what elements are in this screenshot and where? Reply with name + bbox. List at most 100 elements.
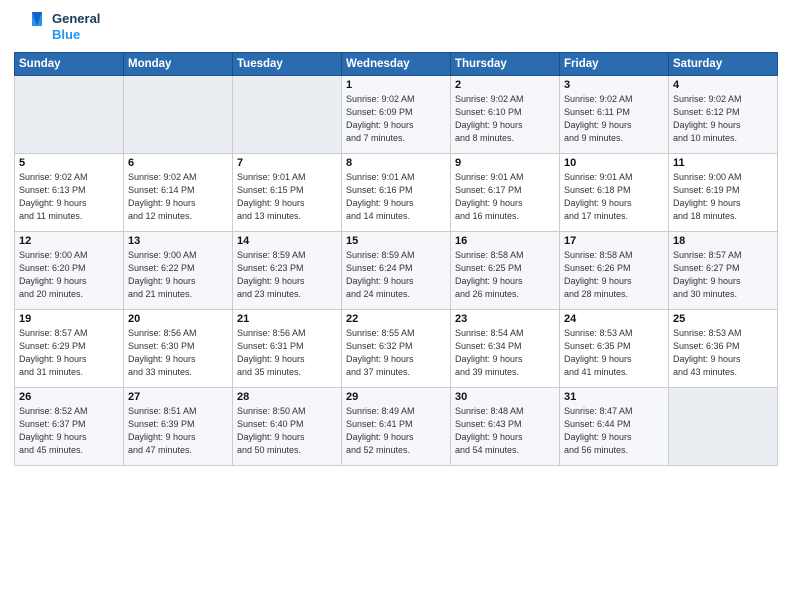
day-detail: Sunrise: 9:01 AM Sunset: 6:18 PM Dayligh… — [564, 171, 664, 223]
day-number: 22 — [346, 313, 446, 325]
calendar-cell: 14 Sunrise: 8:59 AM Sunset: 6:23 PM Dayli… — [233, 232, 342, 310]
day-detail: Sunrise: 9:00 AM Sunset: 6:20 PM Dayligh… — [19, 249, 119, 301]
calendar-cell: 25 Sunrise: 8:53 AM Sunset: 6:36 PM Dayli… — [669, 310, 778, 388]
day-detail: Sunrise: 9:01 AM Sunset: 6:16 PM Dayligh… — [346, 171, 446, 223]
day-number: 7 — [237, 157, 337, 169]
day-number: 18 — [673, 235, 773, 247]
day-number: 4 — [673, 79, 773, 91]
logo-blue-text: Blue — [52, 27, 100, 43]
day-detail: Sunrise: 8:51 AM Sunset: 6:39 PM Dayligh… — [128, 405, 228, 457]
calendar-week-row: 26 Sunrise: 8:52 AM Sunset: 6:37 PM Dayli… — [15, 388, 778, 466]
day-number: 15 — [346, 235, 446, 247]
calendar-table: SundayMondayTuesdayWednesdayThursdayFrid… — [14, 52, 778, 466]
weekday-header: Tuesday — [233, 53, 342, 76]
day-number: 13 — [128, 235, 228, 247]
day-number: 17 — [564, 235, 664, 247]
calendar-cell: 18 Sunrise: 8:57 AM Sunset: 6:27 PM Dayli… — [669, 232, 778, 310]
day-number: 2 — [455, 79, 555, 91]
day-detail: Sunrise: 8:53 AM Sunset: 6:36 PM Dayligh… — [673, 327, 773, 379]
calendar-cell — [669, 388, 778, 466]
day-detail: Sunrise: 8:52 AM Sunset: 6:37 PM Dayligh… — [19, 405, 119, 457]
day-detail: Sunrise: 8:57 AM Sunset: 6:27 PM Dayligh… — [673, 249, 773, 301]
calendar-week-row: 19 Sunrise: 8:57 AM Sunset: 6:29 PM Dayli… — [15, 310, 778, 388]
day-detail: Sunrise: 9:02 AM Sunset: 6:13 PM Dayligh… — [19, 171, 119, 223]
day-detail: Sunrise: 8:58 AM Sunset: 6:26 PM Dayligh… — [564, 249, 664, 301]
day-number: 10 — [564, 157, 664, 169]
day-detail: Sunrise: 8:53 AM Sunset: 6:35 PM Dayligh… — [564, 327, 664, 379]
calendar-cell: 9 Sunrise: 9:01 AM Sunset: 6:17 PM Daylig… — [451, 154, 560, 232]
day-number: 5 — [19, 157, 119, 169]
calendar-cell: 21 Sunrise: 8:56 AM Sunset: 6:31 PM Dayli… — [233, 310, 342, 388]
calendar-cell: 17 Sunrise: 8:58 AM Sunset: 6:26 PM Dayli… — [560, 232, 669, 310]
calendar-cell: 4 Sunrise: 9:02 AM Sunset: 6:12 PM Daylig… — [669, 76, 778, 154]
calendar-cell: 12 Sunrise: 9:00 AM Sunset: 6:20 PM Dayli… — [15, 232, 124, 310]
day-detail: Sunrise: 9:00 AM Sunset: 6:19 PM Dayligh… — [673, 171, 773, 223]
day-number: 14 — [237, 235, 337, 247]
day-detail: Sunrise: 9:02 AM Sunset: 6:10 PM Dayligh… — [455, 93, 555, 145]
day-number: 3 — [564, 79, 664, 91]
day-detail: Sunrise: 8:56 AM Sunset: 6:30 PM Dayligh… — [128, 327, 228, 379]
day-detail: Sunrise: 8:55 AM Sunset: 6:32 PM Dayligh… — [346, 327, 446, 379]
weekday-header: Saturday — [669, 53, 778, 76]
day-number: 27 — [128, 391, 228, 403]
day-number: 19 — [19, 313, 119, 325]
logo: GeneralBlue — [14, 10, 100, 44]
calendar-cell: 20 Sunrise: 8:56 AM Sunset: 6:30 PM Dayli… — [124, 310, 233, 388]
logo-svg — [14, 10, 48, 44]
calendar-cell — [15, 76, 124, 154]
calendar-cell: 3 Sunrise: 9:02 AM Sunset: 6:11 PM Daylig… — [560, 76, 669, 154]
day-detail: Sunrise: 8:50 AM Sunset: 6:40 PM Dayligh… — [237, 405, 337, 457]
day-number: 9 — [455, 157, 555, 169]
calendar-cell: 8 Sunrise: 9:01 AM Sunset: 6:16 PM Daylig… — [342, 154, 451, 232]
day-number: 12 — [19, 235, 119, 247]
day-detail: Sunrise: 8:58 AM Sunset: 6:25 PM Dayligh… — [455, 249, 555, 301]
day-number: 31 — [564, 391, 664, 403]
calendar-cell: 7 Sunrise: 9:01 AM Sunset: 6:15 PM Daylig… — [233, 154, 342, 232]
calendar-cell: 16 Sunrise: 8:58 AM Sunset: 6:25 PM Dayli… — [451, 232, 560, 310]
calendar-cell: 29 Sunrise: 8:49 AM Sunset: 6:41 PM Dayli… — [342, 388, 451, 466]
day-detail: Sunrise: 8:47 AM Sunset: 6:44 PM Dayligh… — [564, 405, 664, 457]
day-detail: Sunrise: 8:59 AM Sunset: 6:23 PM Dayligh… — [237, 249, 337, 301]
calendar-cell: 28Sunrise: 8:50 AM Sunset: 6:40 PM Dayli… — [233, 388, 342, 466]
day-number: 16 — [455, 235, 555, 247]
calendar-cell: 30 Sunrise: 8:48 AM Sunset: 6:43 PM Dayli… — [451, 388, 560, 466]
day-detail: Sunrise: 8:57 AM Sunset: 6:29 PM Dayligh… — [19, 327, 119, 379]
calendar-cell: 31 Sunrise: 8:47 AM Sunset: 6:44 PM Dayli… — [560, 388, 669, 466]
calendar-cell: 19 Sunrise: 8:57 AM Sunset: 6:29 PM Dayli… — [15, 310, 124, 388]
day-number: 6 — [128, 157, 228, 169]
calendar-cell: 27 Sunrise: 8:51 AM Sunset: 6:39 PM Dayli… — [124, 388, 233, 466]
day-number: 21 — [237, 313, 337, 325]
calendar-cell: 2 Sunrise: 9:02 AM Sunset: 6:10 PM Daylig… — [451, 76, 560, 154]
calendar-cell: 23Sunrise: 8:54 AM Sunset: 6:34 PM Dayli… — [451, 310, 560, 388]
day-number: 30 — [455, 391, 555, 403]
calendar-week-row: 5 Sunrise: 9:02 AM Sunset: 6:13 PM Daylig… — [15, 154, 778, 232]
day-detail: Sunrise: 9:02 AM Sunset: 6:09 PM Dayligh… — [346, 93, 446, 145]
calendar-week-row: 12 Sunrise: 9:00 AM Sunset: 6:20 PM Dayli… — [15, 232, 778, 310]
day-detail: Sunrise: 9:02 AM Sunset: 6:11 PM Dayligh… — [564, 93, 664, 145]
day-detail: Sunrise: 9:02 AM Sunset: 6:14 PM Dayligh… — [128, 171, 228, 223]
calendar-header-row: SundayMondayTuesdayWednesdayThursdayFrid… — [15, 53, 778, 76]
day-number: 20 — [128, 313, 228, 325]
day-detail: Sunrise: 8:48 AM Sunset: 6:43 PM Dayligh… — [455, 405, 555, 457]
logo-general-text: General — [52, 11, 100, 27]
day-detail: Sunrise: 9:01 AM Sunset: 6:17 PM Dayligh… — [455, 171, 555, 223]
day-detail: Sunrise: 8:49 AM Sunset: 6:41 PM Dayligh… — [346, 405, 446, 457]
day-number: 23 — [455, 313, 555, 325]
calendar-cell: 5 Sunrise: 9:02 AM Sunset: 6:13 PM Daylig… — [15, 154, 124, 232]
day-detail: Sunrise: 8:56 AM Sunset: 6:31 PM Dayligh… — [237, 327, 337, 379]
day-detail: Sunrise: 9:01 AM Sunset: 6:15 PM Dayligh… — [237, 171, 337, 223]
calendar-week-row: 1Sunrise: 9:02 AM Sunset: 6:09 PM Daylig… — [15, 76, 778, 154]
day-number: 26 — [19, 391, 119, 403]
calendar-cell: 11Sunrise: 9:00 AM Sunset: 6:19 PM Dayli… — [669, 154, 778, 232]
calendar-cell — [124, 76, 233, 154]
calendar-cell: 26 Sunrise: 8:52 AM Sunset: 6:37 PM Dayli… — [15, 388, 124, 466]
day-detail: Sunrise: 9:00 AM Sunset: 6:22 PM Dayligh… — [128, 249, 228, 301]
day-number: 25 — [673, 313, 773, 325]
weekday-header: Monday — [124, 53, 233, 76]
calendar-cell: 24Sunrise: 8:53 AM Sunset: 6:35 PM Dayli… — [560, 310, 669, 388]
calendar-cell: 15Sunrise: 8:59 AM Sunset: 6:24 PM Dayli… — [342, 232, 451, 310]
day-number: 8 — [346, 157, 446, 169]
day-number: 29 — [346, 391, 446, 403]
calendar-cell: 13 Sunrise: 9:00 AM Sunset: 6:22 PM Dayli… — [124, 232, 233, 310]
day-detail: Sunrise: 9:02 AM Sunset: 6:12 PM Dayligh… — [673, 93, 773, 145]
